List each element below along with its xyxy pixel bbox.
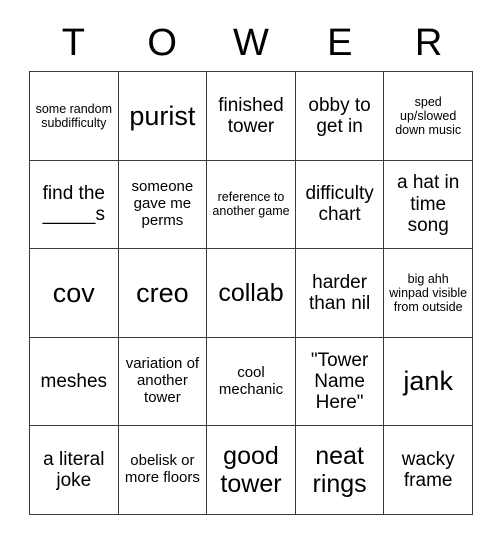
bingo-header: T O W E R — [29, 18, 473, 68]
bingo-cell[interactable]: cool mechanic — [207, 337, 296, 427]
bingo-cell[interactable]: reference to another game — [207, 160, 296, 250]
bingo-cell-label: reference to another game — [212, 190, 290, 219]
bingo-cell-label: a hat in time song — [397, 172, 460, 237]
bingo-cell[interactable]: jank — [384, 337, 473, 427]
bingo-cell-label: purist — [129, 100, 196, 131]
header-letter-2: W — [233, 22, 269, 64]
bingo-cell-label: wacky frame — [401, 448, 455, 492]
bingo-cell[interactable]: obby to get in — [295, 72, 385, 161]
header-letter-4: R — [414, 22, 443, 64]
bingo-cell[interactable]: purist — [118, 72, 208, 161]
bingo-cell-label: obelisk or more floors — [124, 452, 200, 487]
bingo-cell-label: finished tower — [218, 94, 284, 137]
bingo-cell[interactable]: "Tower Name Here" — [295, 337, 385, 427]
bingo-cell-label: find the _____s — [42, 183, 105, 226]
bingo-cell-label: obby to get in — [308, 94, 371, 137]
bingo-cell[interactable]: big ahh winpad visible from outside — [384, 249, 473, 338]
bingo-cell[interactable]: difficulty chart — [295, 160, 385, 250]
bingo-cell[interactable]: good tower — [207, 426, 296, 515]
bingo-cell-label: collab — [218, 278, 284, 307]
bingo-cell-label: harder than nil — [308, 271, 371, 314]
bingo-cell[interactable]: someone gave me perms — [118, 160, 208, 250]
bingo-cell[interactable]: harder than nil — [295, 249, 385, 338]
bingo-cell[interactable]: neat rings — [295, 426, 385, 515]
header-letter-1: O — [147, 22, 177, 64]
bingo-cell-label: good tower — [220, 442, 282, 499]
bingo-cell[interactable]: some random subdifficulty — [30, 72, 119, 161]
bingo-cell[interactable]: wacky frame — [384, 426, 473, 515]
bingo-cell-label: sped up/slowed down music — [395, 94, 462, 137]
bingo-cell-label: variation of another tower — [125, 355, 200, 406]
bingo-cell-label: "Tower Name Here" — [310, 349, 369, 414]
bingo-cell[interactable]: obelisk or more floors — [118, 426, 208, 515]
bingo-cell[interactable]: meshes — [30, 337, 119, 427]
bingo-cell-label: a literal joke — [43, 448, 105, 492]
bingo-cell[interactable]: sped up/slowed down music — [384, 72, 473, 161]
bingo-cell[interactable]: collab — [207, 249, 296, 338]
bingo-cell-label: difficulty chart — [305, 183, 374, 226]
bingo-card: T O W E R some random subdifficulty puri… — [0, 0, 500, 544]
bingo-cell-label: someone gave me perms — [131, 178, 194, 229]
bingo-cell[interactable]: find the _____s — [30, 160, 119, 250]
bingo-cell-label: meshes — [40, 370, 108, 392]
bingo-cell[interactable]: creo — [118, 249, 208, 338]
bingo-cell[interactable]: a literal joke — [30, 426, 119, 515]
bingo-cell-label: big ahh winpad visible from outside — [389, 271, 468, 314]
bingo-cell[interactable]: finished tower — [207, 72, 296, 161]
bingo-cell-label: jank — [403, 366, 453, 397]
header-letter-0: T — [61, 22, 85, 64]
bingo-cell-label: cool mechanic — [218, 363, 284, 398]
header-letter-3: E — [327, 22, 353, 64]
bingo-cell-label: cov — [52, 277, 95, 308]
bingo-grid: some random subdifficulty purist finishe… — [29, 71, 473, 515]
bingo-cell[interactable]: variation of another tower — [118, 337, 208, 427]
bingo-cell-label: some random subdifficulty — [35, 101, 113, 130]
bingo-cell-label: creo — [136, 277, 189, 308]
bingo-cell[interactable]: a hat in time song — [384, 160, 473, 250]
bingo-cell[interactable]: cov — [30, 249, 119, 338]
bingo-cell-label: neat rings — [312, 442, 367, 499]
